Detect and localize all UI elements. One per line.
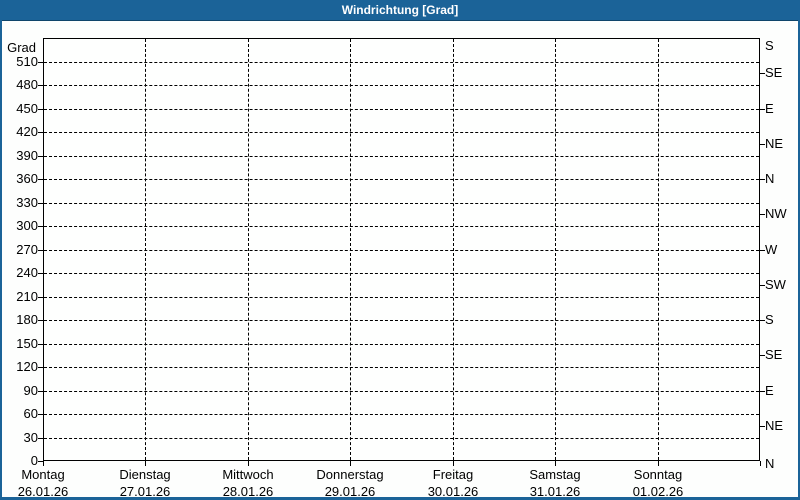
gridline-horizontal — [44, 438, 759, 439]
x-axis-date-label: 01.02.26 — [632, 484, 684, 499]
y-axis-left-label: 360 — [16, 171, 38, 186]
y-axis-right-label: SW — [765, 277, 786, 292]
y-axis-left-label: 510 — [16, 54, 38, 69]
y-axis-left-tick — [38, 344, 43, 345]
gridline-horizontal — [44, 250, 759, 251]
y-axis-right-label: S — [765, 38, 774, 53]
y-axis-left-tick — [38, 273, 43, 274]
y-axis-right-label: E — [765, 383, 774, 398]
y-axis-right-label: S — [765, 312, 774, 327]
y-axis-left-label: 300 — [16, 218, 38, 233]
y-axis-left-tick — [38, 250, 43, 251]
y-axis-right-label: NE — [765, 418, 784, 433]
gridline-horizontal — [44, 320, 759, 321]
y-axis-left-tick — [38, 203, 43, 204]
y-axis-left-label: 390 — [16, 148, 38, 163]
x-axis-tick — [760, 461, 761, 466]
y-axis-left-label: 240 — [16, 265, 38, 280]
y-axis-left-label: 60 — [23, 406, 38, 421]
chart-window: Windrichtung [Grad] 0 30 60 90 120 150 180 210 2… — [0, 0, 800, 500]
x-axis-tick — [555, 461, 556, 466]
y-axis-left-label: 330 — [16, 195, 38, 210]
chart-annotations: 0 30 60 90 120 150 180 210 240 270 300 330 360 390 420… — [2, 0, 798, 497]
y-axis-left-label: 30 — [23, 430, 38, 445]
y-axis-left-tick — [38, 391, 43, 392]
x-axis-tick — [248, 461, 249, 466]
y-axis-left-tick — [38, 438, 43, 439]
gridline-horizontal — [44, 344, 759, 345]
y-axis-left-label: 450 — [16, 101, 38, 116]
gridline-vertical — [145, 39, 146, 460]
y-axis-left-tick — [38, 62, 43, 63]
gridline-horizontal — [44, 226, 759, 227]
y-axis-left-label: 150 — [16, 336, 38, 351]
y-axis-left-label: 120 — [16, 359, 38, 374]
y-axis-left-tick — [38, 156, 43, 157]
x-axis-weekday-label: Sonntag — [633, 467, 683, 482]
y-axis-left-tick — [38, 414, 43, 415]
gridline-horizontal — [44, 156, 759, 157]
y-axis-right-label: SE — [765, 65, 783, 80]
y-axis-right-label: E — [765, 101, 774, 116]
y-axis-right-label: N — [765, 456, 775, 471]
y-axis-unit-label: Grad — [7, 40, 36, 55]
gridline-horizontal — [44, 109, 759, 110]
y-axis-left-tick — [38, 367, 43, 368]
y-axis-left-tick — [38, 109, 43, 110]
y-axis-left-tick — [38, 297, 43, 298]
y-axis-left-tick — [38, 179, 43, 180]
gridline-horizontal — [44, 179, 759, 180]
gridline-horizontal — [44, 367, 759, 368]
gridline-vertical — [248, 39, 249, 460]
y-axis-left-tick — [38, 226, 43, 227]
y-axis-left-tick — [38, 85, 43, 86]
y-axis-left-tick — [38, 320, 43, 321]
x-axis-tick — [350, 461, 351, 466]
y-axis-right-label: NE — [765, 136, 784, 151]
gridline-horizontal — [44, 203, 759, 204]
gridline-horizontal — [44, 85, 759, 86]
x-axis-tick — [658, 461, 659, 466]
y-axis-right-label: NW — [765, 206, 787, 221]
y-axis-left-label: 90 — [23, 383, 38, 398]
gridline-horizontal — [44, 62, 759, 63]
y-axis-left-label: 210 — [16, 289, 38, 304]
x-axis-tick — [453, 461, 454, 466]
y-axis-left-label: 480 — [16, 77, 38, 92]
y-axis-right-label: SE — [765, 347, 783, 362]
gridline-vertical — [658, 39, 659, 460]
gridline-vertical — [453, 39, 454, 460]
gridline-horizontal — [44, 297, 759, 298]
x-axis-tick — [145, 461, 146, 466]
y-axis-right-label: N — [765, 171, 775, 186]
gridline-vertical — [555, 39, 556, 460]
y-axis-left-label: 270 — [16, 242, 38, 257]
y-axis-left-tick — [38, 132, 43, 133]
gridline-horizontal — [44, 273, 759, 274]
gridline-horizontal — [44, 391, 759, 392]
x-axis-tick — [43, 461, 44, 466]
gridline-horizontal — [44, 414, 759, 415]
gridline-vertical — [350, 39, 351, 460]
y-axis-right-label: W — [765, 242, 778, 257]
gridline-horizontal — [44, 132, 759, 133]
y-axis-left-label: 420 — [16, 124, 38, 139]
y-axis-left-label: 180 — [16, 312, 38, 327]
